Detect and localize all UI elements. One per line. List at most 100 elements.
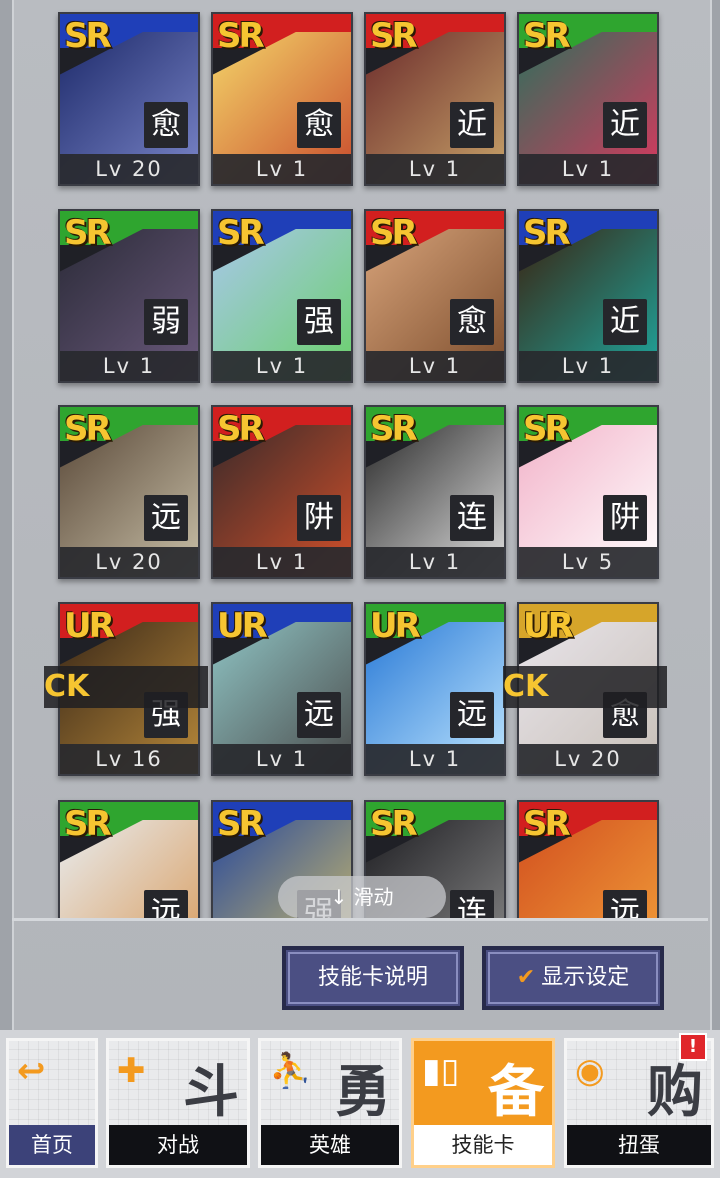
nav-tab-3[interactable]: ▮▯ 备技能卡 <box>411 1038 555 1168</box>
skill-card[interactable]: SR 近 Lv 1 <box>517 12 659 186</box>
capsule-icon: ◉ <box>575 1051 605 1091</box>
card-level: Lv 16 <box>60 744 198 774</box>
tab-label: 首页 <box>9 1125 95 1165</box>
tab-label: 英雄 <box>261 1125 399 1165</box>
card-type-badge: 近 <box>450 102 494 148</box>
card-type-badge: 远 <box>603 890 647 918</box>
card-grid[interactable]: SR 愈 Lv 20 SR 愈 Lv 1 SR 近 Lv 1 SR 近 Lv 1 SR 弱 Lv 1 SR 强 L… <box>0 0 720 918</box>
card-level: Lv 1 <box>366 351 504 381</box>
card-rarity: UR <box>64 606 115 646</box>
tab-emblem: 备 <box>488 1059 544 1125</box>
card-rarity: SR <box>523 409 571 449</box>
skill-card[interactable]: SR 远 <box>517 800 659 918</box>
card-type-badge: 连 <box>450 495 494 541</box>
gamepad-icon: ✚ <box>117 1051 146 1091</box>
card-lock-overlay: CK <box>44 666 208 708</box>
card-rarity: SR <box>370 409 418 449</box>
display-settings-label: 显示设定 <box>541 965 630 990</box>
nav-tab-0[interactable]: ↩ 首页 <box>6 1038 98 1168</box>
skill-card[interactable]: SR 远 <box>58 800 200 918</box>
tab-label: 对战 <box>109 1125 247 1165</box>
skill-card[interactable]: SR 阱 Lv 5 <box>517 405 659 579</box>
card-rarity: SR <box>217 409 265 449</box>
card-level: Lv 20 <box>60 154 198 184</box>
hero-icon: ⛹ <box>269 1051 312 1091</box>
card-level: Lv 1 <box>213 154 351 184</box>
card-level: Lv 20 <box>519 744 657 774</box>
cards-icon: ▮▯ <box>422 1051 460 1091</box>
bottom-nav: ↩ 首页 ✚ 斗对战 ⛹ 勇英雄 ▮▯ 备技能卡 ◉ 购扭蛋 <box>0 1030 720 1178</box>
card-type-badge: 近 <box>603 102 647 148</box>
skill-card[interactable]: UR 远 Lv 1 <box>364 602 506 776</box>
tab-emblem: 斗 <box>183 1059 239 1125</box>
skill-card[interactable]: SR 阱 Lv 1 <box>211 405 353 579</box>
card-type-badge: 阱 <box>603 495 647 541</box>
card-type-badge: 阱 <box>297 495 341 541</box>
skill-card[interactable]: SR 愈 Lv 20 <box>58 12 200 186</box>
card-level: Lv 1 <box>366 154 504 184</box>
card-level: Lv 1 <box>366 744 504 774</box>
card-type-badge: 连 <box>450 890 494 918</box>
card-type-badge: 远 <box>144 890 188 918</box>
card-level: Lv 1 <box>213 351 351 381</box>
tab-icon-area: ↩ <box>9 1041 95 1129</box>
skill-card[interactable]: SR 近 Lv 1 <box>517 209 659 383</box>
card-rarity: UR <box>523 606 574 646</box>
card-type-badge: 弱 <box>144 299 188 345</box>
skill-card[interactable]: UR 远 Lv 1 <box>211 602 353 776</box>
card-level: Lv 1 <box>60 351 198 381</box>
nav-tab-2[interactable]: ⛹ 勇英雄 <box>258 1038 402 1168</box>
card-rarity: SR <box>523 16 571 56</box>
card-rarity: SR <box>370 213 418 253</box>
skill-card[interactable]: SR 愈 Lv 1 <box>211 12 353 186</box>
skill-card-info-label: 技能卡说明 <box>317 965 428 990</box>
card-rarity: SR <box>64 16 112 56</box>
card-type-badge: 愈 <box>297 102 341 148</box>
card-type-badge: 愈 <box>450 299 494 345</box>
card-level: Lv 1 <box>519 154 657 184</box>
card-rarity: SR <box>64 409 112 449</box>
tab-icon-area: ✚ 斗 <box>109 1041 247 1129</box>
card-rarity: SR <box>217 804 265 844</box>
card-rarity: SR <box>64 213 112 253</box>
skill-card[interactable]: SR 连 Lv 1 <box>364 405 506 579</box>
card-level: Lv 1 <box>213 547 351 577</box>
nav-tab-1[interactable]: ✚ 斗对战 <box>106 1038 250 1168</box>
skill-card[interactable]: SR 远 Lv 20 <box>58 405 200 579</box>
card-rarity: SR <box>523 804 571 844</box>
card-level: Lv 20 <box>60 547 198 577</box>
skill-card[interactable]: SR 愈 Lv 1 <box>364 209 506 383</box>
card-rarity: SR <box>370 804 418 844</box>
card-type-badge: 愈 <box>144 102 188 148</box>
skill-card-info-button[interactable]: 技能卡说明 <box>282 946 464 1010</box>
tab-label: 技能卡 <box>414 1125 552 1165</box>
card-type-badge: 远 <box>450 692 494 738</box>
checkmark-icon: ✔ <box>516 965 536 990</box>
card-type-badge: 远 <box>144 495 188 541</box>
scroll-hint: ↓ 滑动 <box>278 876 446 918</box>
skill-card[interactable]: SR 强 Lv 1 <box>211 209 353 383</box>
tab-icon-area: ▮▯ 备 <box>414 1041 552 1129</box>
tab-icon-area: ⛹ 勇 <box>261 1041 399 1129</box>
card-rarity: SR <box>523 213 571 253</box>
card-level: Lv 1 <box>213 744 351 774</box>
card-level: Lv 5 <box>519 547 657 577</box>
skill-card[interactable]: SR 弱 Lv 1 <box>58 209 200 383</box>
tab-emblem: 勇 <box>335 1059 391 1125</box>
display-settings-button[interactable]: ✔ 显示设定 <box>482 946 664 1010</box>
card-type-badge: 强 <box>297 299 341 345</box>
card-type-badge: 近 <box>603 299 647 345</box>
panel-divider <box>12 918 708 921</box>
card-level: Lv 1 <box>366 547 504 577</box>
card-level: Lv 1 <box>519 351 657 381</box>
card-rarity: SR <box>217 16 265 56</box>
card-lock-overlay: CK <box>503 666 667 708</box>
tab-label: 扭蛋 <box>567 1125 711 1165</box>
back-arrow-icon: ↩ <box>17 1051 46 1091</box>
card-rarity: SR <box>370 16 418 56</box>
card-rarity: SR <box>217 213 265 253</box>
card-rarity: UR <box>370 606 421 646</box>
card-rarity: UR <box>217 606 268 646</box>
skill-card[interactable]: SR 近 Lv 1 <box>364 12 506 186</box>
notification-badge: ! <box>679 1033 707 1061</box>
